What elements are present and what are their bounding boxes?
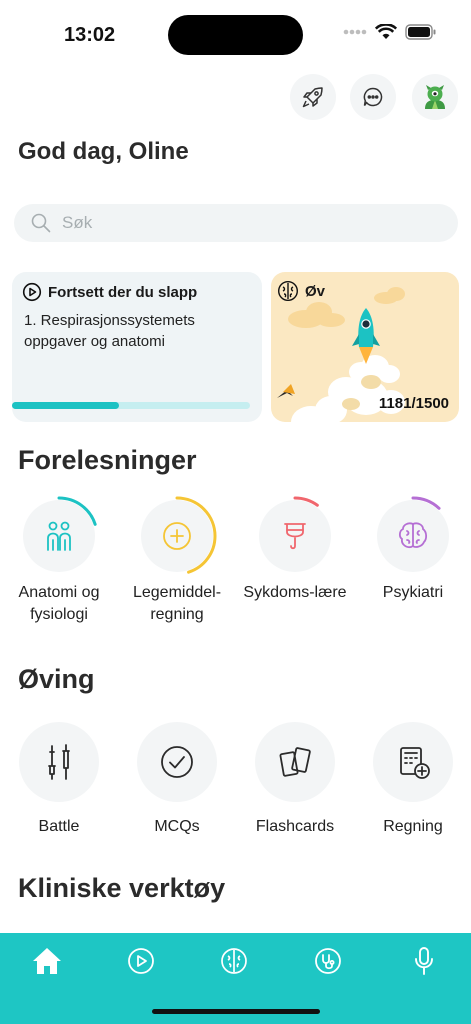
rocket-icon [302, 87, 323, 108]
check-circle-icon [161, 746, 193, 778]
practice-calculation[interactable]: Regning [358, 722, 468, 836]
avatar-icon [425, 85, 445, 109]
profile-avatar-button[interactable] [412, 74, 458, 120]
practice-label: Regning [383, 818, 443, 835]
search-icon [31, 213, 51, 233]
practice-label: MCQs [154, 818, 200, 835]
greeting-title: God dag, Oline [18, 138, 189, 165]
status-bar: 13:02 [0, 0, 471, 70]
course-label: Legemiddel-regning [132, 584, 222, 623]
calculator-icon [400, 747, 430, 779]
status-icons [343, 24, 437, 40]
messages-button[interactable] [350, 74, 396, 120]
chat-bubble-icon [363, 87, 383, 107]
practice-count: 1181/1500 [378, 395, 449, 412]
brain-icon [277, 280, 299, 302]
tab-practice[interactable] [214, 945, 254, 977]
course-label: Sykdoms-lære [243, 584, 347, 601]
battery-icon [405, 24, 436, 40]
dynamic-island [168, 15, 303, 55]
lectures-title: Forelesninger [18, 445, 197, 475]
tab-podcast[interactable] [404, 945, 444, 977]
practice-title: Øv [305, 282, 326, 300]
brain-icon [398, 522, 428, 549]
tab-clinical[interactable] [308, 945, 348, 977]
course-medication-calc[interactable]: Legemiddel-regning [122, 496, 232, 626]
microphone-icon [415, 947, 433, 975]
course-psychiatry[interactable]: Psykiatri [358, 496, 468, 604]
tab-lessons[interactable] [121, 945, 161, 977]
home-icon [33, 948, 61, 974]
play-circle-icon [22, 282, 42, 302]
practice-label: Flashcards [255, 818, 335, 835]
practice-mcqs[interactable]: MCQs [122, 722, 232, 836]
play-icon [128, 948, 154, 974]
continue-subtitle: 1. Respirasjonssystemets oppgaver og ana… [24, 312, 195, 350]
clinical-tools-title: Kliniske verktøy [18, 873, 226, 903]
course-label: Psykiatri [382, 584, 444, 601]
practice-title-heading: Øving [18, 664, 95, 694]
continue-progress-fill [12, 402, 120, 409]
search-bar[interactable] [14, 204, 458, 242]
tab-home[interactable] [27, 945, 67, 977]
plus-circle-icon [163, 522, 191, 550]
course-anatomy[interactable]: Anatomi og fysiologi [4, 496, 114, 626]
cup-icon [284, 523, 306, 550]
brain-icon [221, 948, 247, 974]
course-label: Anatomi og fysiologi [18, 584, 100, 623]
practice-label: Battle [38, 818, 80, 835]
practice-battle[interactable]: Battle [4, 722, 114, 836]
continue-title: Fortsett der du slapp [48, 283, 198, 301]
search-input[interactable] [62, 213, 442, 233]
home-indicator [152, 1009, 320, 1014]
stethoscope-icon [315, 948, 341, 974]
continue-card[interactable]: Fortsett der du slapp 1. Respirasjonssys… [12, 272, 262, 422]
cards-icon [279, 747, 311, 777]
status-time: 13:02 [64, 24, 116, 46]
continue-progress-bar [12, 402, 250, 409]
wifi-icon [375, 24, 397, 39]
rocket-button[interactable] [290, 74, 336, 120]
practice-card[interactable]: Øv 1181/1500 [271, 272, 459, 422]
practice-flashcards[interactable]: Flashcards [240, 722, 350, 836]
people-icon [47, 521, 71, 551]
battle-icon [48, 744, 70, 780]
course-pathology[interactable]: Sykdoms-lære [240, 496, 350, 604]
signal-icon [343, 29, 367, 35]
